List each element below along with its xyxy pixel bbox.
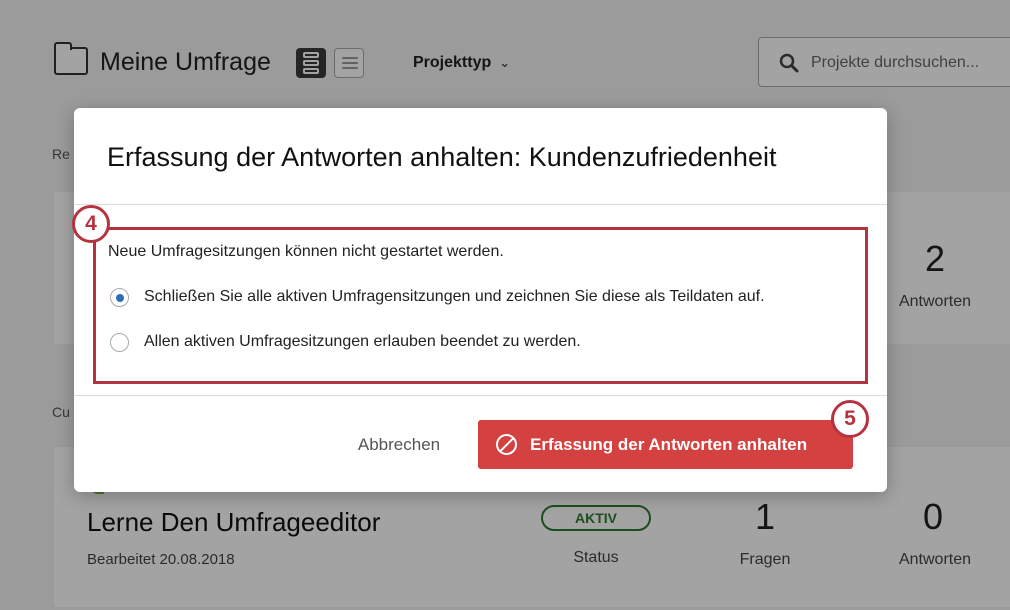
dialog-intro: Neue Umfragesitzungen können nicht gesta…: [108, 243, 504, 260]
step-badge-5: 5: [831, 400, 869, 438]
stop-responses-dialog: Erfassung der Antworten anhalten: Kunden…: [72, 108, 887, 492]
option-label[interactable]: Schließen Sie alle aktiven Umfragensitzu…: [144, 288, 765, 306]
dialog-title: Erfassung der Antworten anhalten: Kunden…: [107, 142, 777, 172]
stop-responses-label: Erfassung der Antworten anhalten: [530, 435, 808, 454]
cancel-button[interactable]: Abbrechen: [339, 423, 459, 467]
divider: [74, 204, 887, 205]
step-badge-4: 4: [72, 205, 110, 243]
divider: [74, 395, 887, 396]
radio-button[interactable]: [110, 333, 129, 352]
radio-button-checked[interactable]: [110, 288, 129, 307]
stop-icon: [496, 434, 517, 455]
option-label[interactable]: Allen aktiven Umfragesitzungen erlauben …: [144, 333, 581, 351]
stop-responses-button[interactable]: Erfassung der Antworten anhalten: [478, 420, 853, 469]
